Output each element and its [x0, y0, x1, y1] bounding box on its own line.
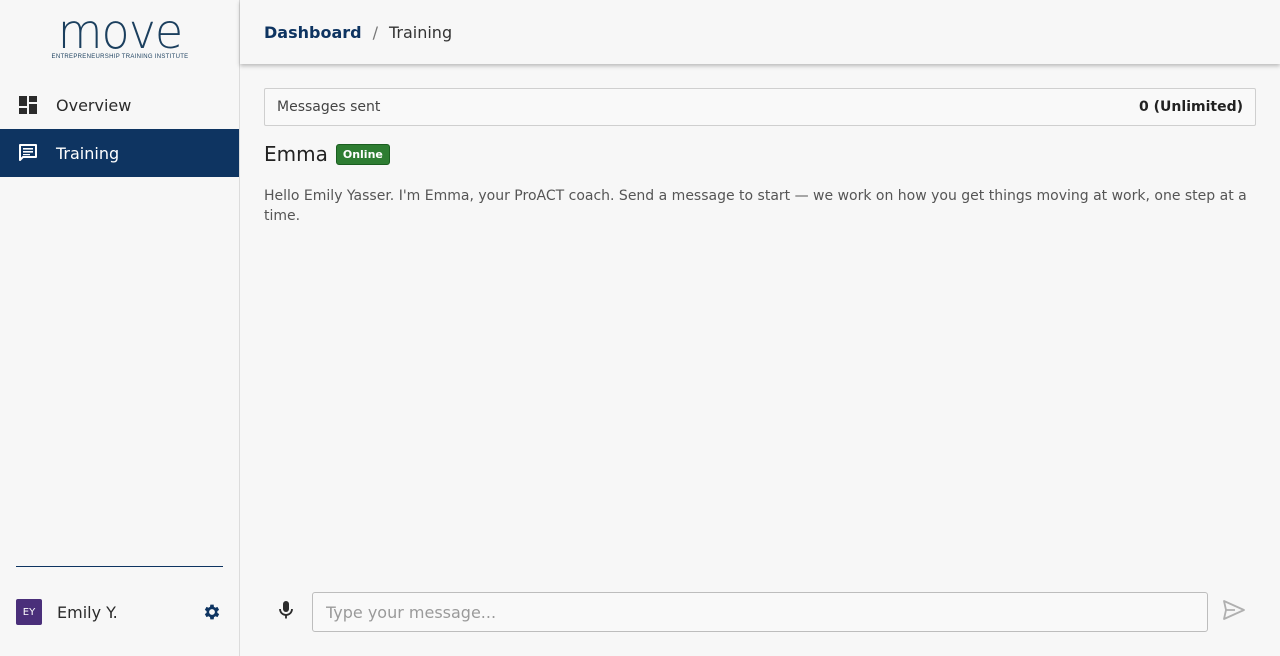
sidebar-item-label: Overview [56, 95, 132, 115]
status-badge: Online [335, 143, 390, 165]
send-icon[interactable] [1221, 598, 1247, 622]
sidebar-item-training[interactable]: Training [0, 129, 239, 177]
avatar[interactable]: EY [16, 599, 42, 625]
microphone-icon[interactable] [274, 598, 298, 622]
user-profile: EY Emily Y. [16, 599, 223, 625]
logo-wordmark: move [57, 2, 183, 60]
breadcrumb-current: Training [388, 22, 453, 42]
brand-logo[interactable]: move ENTREPRENEURSHIP TRAINING INSTITUTE [0, 2, 240, 70]
user-name: Emily Y. [57, 602, 118, 622]
breadcrumb-dashboard-link[interactable]: Dashboard [264, 23, 362, 42]
top-header: Dashboard / Training [240, 0, 1280, 64]
counter-label: Messages sent [277, 99, 381, 115]
sidebar-item-label: Training [56, 143, 120, 163]
messages-counter: Messages sent 0 (Unlimited) [264, 88, 1256, 126]
gear-icon[interactable] [201, 601, 223, 623]
chat-icon [18, 143, 38, 163]
sidebar-nav: Overview Training [0, 81, 239, 177]
dashboard-icon [18, 95, 38, 115]
breadcrumb-separator: / [372, 22, 378, 42]
coach-greeting-message: Hello Emily Yasser. I'm Emma, your ProAC… [264, 188, 1247, 224]
counter-value: 0 (Unlimited) [1139, 99, 1243, 115]
coach-name: Emma [264, 142, 328, 166]
coach-header: Emma Online [264, 141, 390, 167]
sidebar-item-overview[interactable]: Overview [0, 81, 239, 129]
breadcrumb: Dashboard / Training [264, 23, 452, 42]
sidebar-divider [16, 566, 223, 567]
sidebar: move ENTREPRENEURSHIP TRAINING INSTITUTE… [0, 0, 240, 656]
message-input[interactable] [312, 592, 1208, 632]
